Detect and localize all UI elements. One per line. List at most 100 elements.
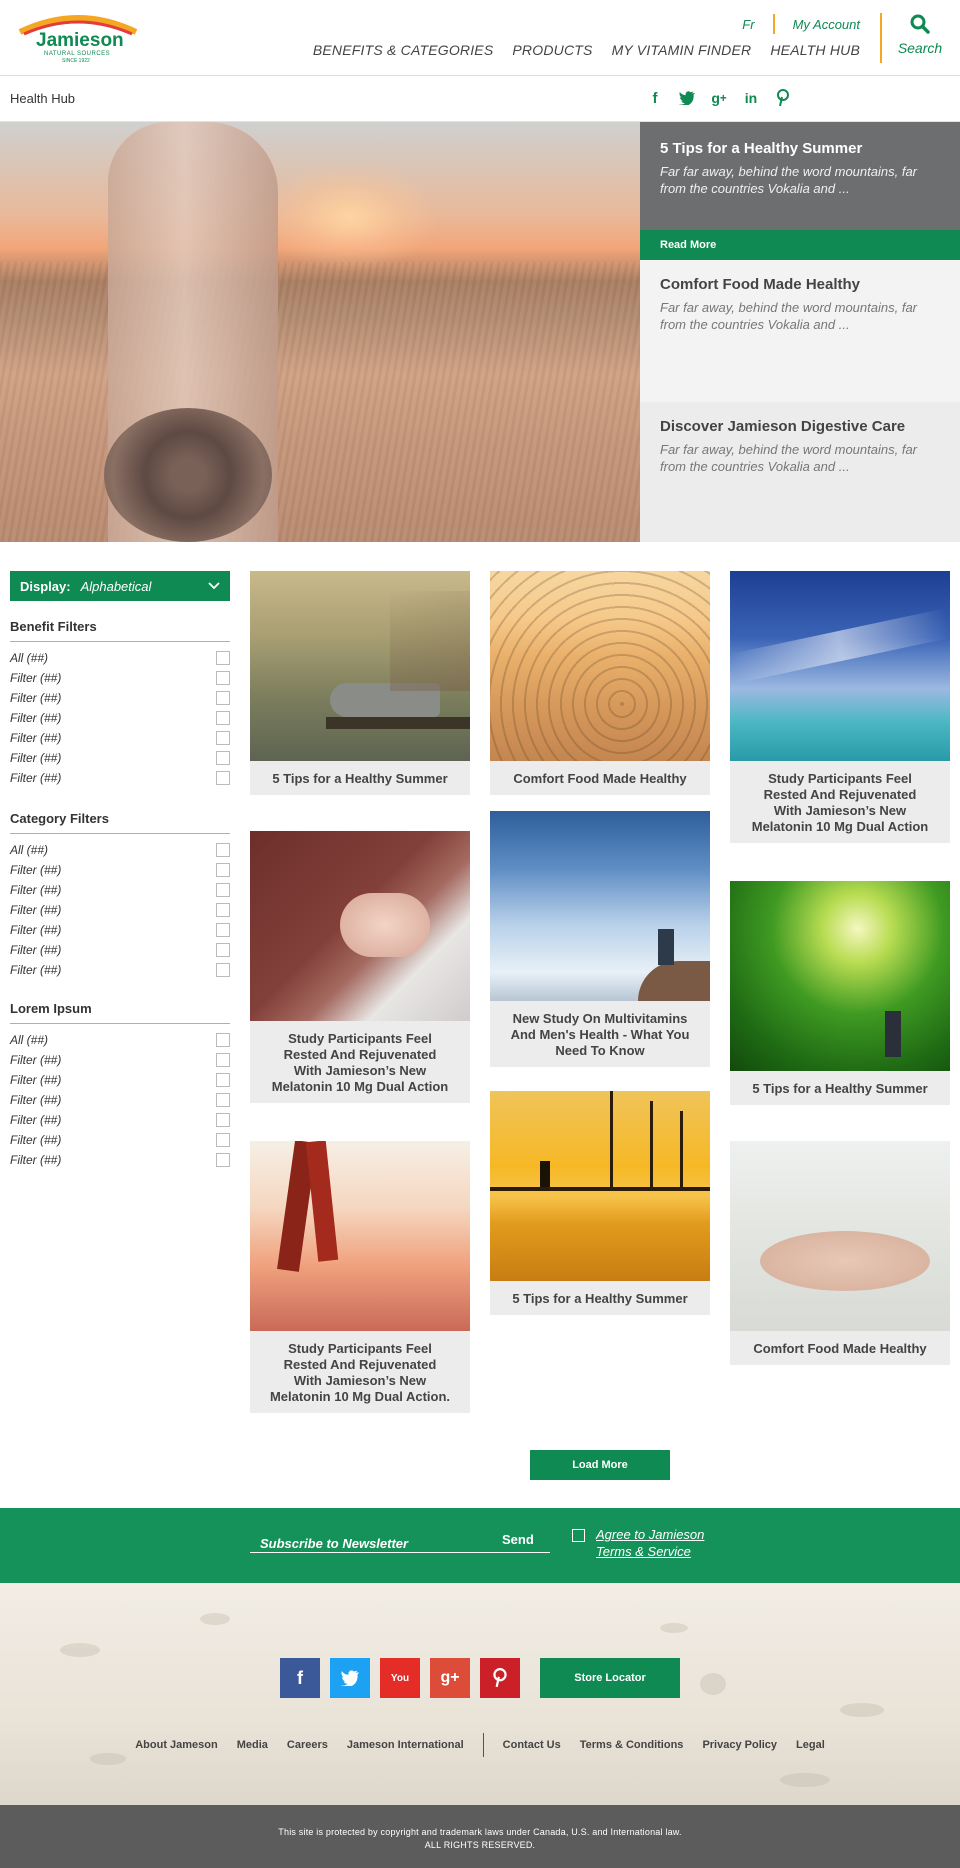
filter-row[interactable]: Filter (##) <box>10 1090 230 1110</box>
filter-row[interactable]: Filter (##) <box>10 860 230 880</box>
filter-label: All (##) <box>10 651 49 665</box>
footer-facebook-icon[interactable]: f <box>280 1658 320 1698</box>
read-more-button[interactable]: Read More <box>640 230 960 260</box>
hero-card-excerpt: Far far away, behind the word mountains,… <box>660 300 917 332</box>
filter-checkbox[interactable] <box>216 1133 230 1147</box>
article-title: 5 Tips for a Healthy Summer <box>272 771 448 786</box>
hero-card-featured[interactable]: 5 Tips for a Healthy Summer Far far away… <box>640 122 960 230</box>
terms-checkbox[interactable] <box>572 1529 585 1542</box>
header-divider <box>880 13 882 63</box>
filter-row[interactable]: Filter (##) <box>10 880 230 900</box>
footer-link-contact[interactable]: Contact Us <box>503 1739 561 1751</box>
filter-checkbox[interactable] <box>216 1153 230 1167</box>
footer-link-privacy[interactable]: Privacy Policy <box>702 1739 777 1751</box>
filter-row[interactable]: Filter (##) <box>10 1050 230 1070</box>
article-card[interactable]: Comfort Food Made Healthy <box>490 571 710 795</box>
facebook-icon[interactable]: f <box>646 88 664 108</box>
store-locator-button[interactable]: Store Locator <box>540 1658 680 1698</box>
filter-checkbox[interactable] <box>216 1033 230 1047</box>
filter-checkbox[interactable] <box>216 711 230 725</box>
chevron-down-icon <box>208 582 220 590</box>
filter-checkbox[interactable] <box>216 963 230 977</box>
footer-youtube-icon[interactable]: You <box>380 1658 420 1698</box>
article-card[interactable]: 5 Tips for a Healthy Summer <box>490 1091 710 1315</box>
filter-checkbox[interactable] <box>216 771 230 785</box>
hero-card-title: 5 Tips for a Healthy Summer <box>660 140 863 157</box>
filter-checkbox[interactable] <box>216 691 230 705</box>
nav-vitamin-finder[interactable]: MY VITAMIN FINDER <box>612 42 752 58</box>
filter-checkbox[interactable] <box>216 843 230 857</box>
footer-link-international[interactable]: Jameson International <box>347 1739 464 1751</box>
newsletter-send-button[interactable]: Send <box>502 1532 534 1547</box>
filter-checkbox[interactable] <box>216 883 230 897</box>
filter-checkbox[interactable] <box>216 671 230 685</box>
filter-row[interactable]: Filter (##) <box>10 960 230 980</box>
filter-checkbox[interactable] <box>216 1113 230 1127</box>
footer-divider <box>482 1733 484 1757</box>
filter-label: Filter (##) <box>10 1053 62 1067</box>
load-more-button[interactable]: Load More <box>530 1450 670 1480</box>
filter-row[interactable]: Filter (##) <box>10 668 230 688</box>
filter-row[interactable]: Filter (##) <box>10 708 230 728</box>
filter-row[interactable]: Filter (##) <box>10 728 230 748</box>
nav-health-hub[interactable]: HEALTH HUB <box>770 42 860 58</box>
filter-checkbox[interactable] <box>216 923 230 937</box>
article-card[interactable]: 5 Tips for a Healthy Summer <box>730 881 950 1105</box>
filter-row[interactable]: Filter (##) <box>10 1070 230 1090</box>
footer-link-media[interactable]: Media <box>237 1739 268 1751</box>
footer-link-terms[interactable]: Terms & Conditions <box>580 1739 684 1751</box>
filter-row[interactable]: Filter (##) <box>10 1110 230 1130</box>
nav-products[interactable]: PRODUCTS <box>512 42 592 58</box>
filter-label: Filter (##) <box>10 883 62 897</box>
twitter-icon[interactable] <box>678 88 696 108</box>
google-plus-icon[interactable]: g + <box>710 88 728 108</box>
filter-row[interactable]: Filter (##) <box>10 768 230 788</box>
hero-image[interactable] <box>0 122 640 542</box>
filter-checkbox[interactable] <box>216 1093 230 1107</box>
filter-checkbox[interactable] <box>216 1073 230 1087</box>
filter-row[interactable]: Filter (##) <box>10 920 230 940</box>
search-button[interactable]: Search <box>896 14 944 56</box>
filter-row[interactable]: Filter (##) <box>10 900 230 920</box>
filter-row[interactable]: All (##) <box>10 648 230 668</box>
filter-checkbox[interactable] <box>216 863 230 877</box>
display-sort-dropdown[interactable]: Display: Alphabetical <box>10 571 230 601</box>
filter-row[interactable]: Filter (##) <box>10 1130 230 1150</box>
filter-checkbox[interactable] <box>216 731 230 745</box>
filter-checkbox[interactable] <box>216 943 230 957</box>
hero-card[interactable]: Comfort Food Made Healthy Far far away, … <box>640 260 960 402</box>
article-card[interactable]: 5 Tips for a Healthy Summer <box>250 571 470 795</box>
filter-row[interactable]: Filter (##) <box>10 940 230 960</box>
article-card[interactable]: Study Participants Feel Rested And Rejuv… <box>250 1141 470 1413</box>
footer-pinterest-icon[interactable] <box>480 1658 520 1698</box>
utility-divider <box>772 14 775 34</box>
filter-row[interactable]: Filter (##) <box>10 748 230 768</box>
pinterest-icon[interactable] <box>774 88 792 108</box>
article-card[interactable]: Study Participants Feel Rested And Rejuv… <box>730 571 950 843</box>
my-account-link[interactable]: My Account <box>793 17 860 32</box>
footer-google-plus-icon[interactable]: g+ <box>430 1658 470 1698</box>
footer-link-about[interactable]: About Jameson <box>135 1739 218 1751</box>
hero-card[interactable]: Discover Jamieson Digestive Care Far far… <box>640 402 960 542</box>
filter-row[interactable]: Filter (##) <box>10 688 230 708</box>
filter-checkbox[interactable] <box>216 751 230 765</box>
linkedin-icon[interactable]: in <box>742 88 760 108</box>
filter-checkbox[interactable] <box>216 1053 230 1067</box>
footer-link-careers[interactable]: Careers <box>287 1739 328 1751</box>
filter-row[interactable]: All (##) <box>10 840 230 860</box>
filter-row[interactable]: Filter (##) <box>10 1150 230 1170</box>
filter-checkbox[interactable] <box>216 903 230 917</box>
article-card[interactable]: Comfort Food Made Healthy <box>730 1141 950 1365</box>
breadcrumb[interactable]: Health Hub <box>10 91 75 106</box>
footer-twitter-icon[interactable] <box>330 1658 370 1698</box>
article-card[interactable]: New Study On Multivitamins And Men's Hea… <box>490 811 710 1067</box>
filter-checkbox[interactable] <box>216 651 230 665</box>
terms-link[interactable]: Agree to Jamieson Terms & Service <box>596 1526 704 1560</box>
nav-benefits[interactable]: BENEFITS & CATEGORIES <box>313 42 494 58</box>
article-card[interactable]: Study Participants Feel Rested And Rejuv… <box>250 831 470 1103</box>
jamieson-logo[interactable]: Jamieson NATURAL SOURCES SINCE 1922 <box>14 10 142 66</box>
filter-label: Filter (##) <box>10 711 62 725</box>
language-toggle[interactable]: Fr <box>742 17 754 32</box>
filter-row[interactable]: All (##) <box>10 1030 230 1050</box>
footer-link-legal[interactable]: Legal <box>796 1739 825 1751</box>
